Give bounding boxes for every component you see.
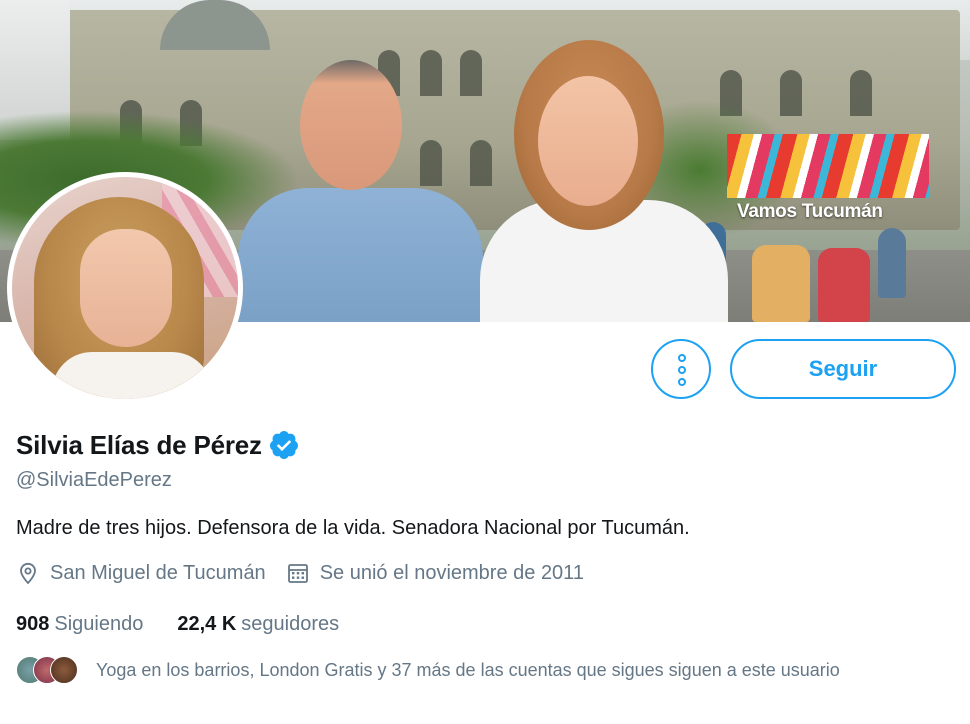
profile-name-row: Silvia Elías de Pérez — [16, 429, 300, 461]
avatar-photo — [12, 177, 238, 399]
profile-meta: San Miguel de Tucumán Se unió el noviemb… — [16, 561, 584, 585]
bystander-figure — [878, 228, 906, 298]
following-link[interactable]: 908 Siguiendo — [16, 613, 143, 636]
avatar-shirt — [52, 352, 212, 399]
mutual-follower-avatar — [50, 656, 78, 684]
following-label: Siguiendo — [54, 613, 144, 635]
calendar-icon — [287, 564, 308, 583]
bystander-figure — [752, 245, 810, 322]
location-pin-icon — [20, 562, 36, 585]
following-count: 908 — [16, 613, 50, 635]
profile-handle: @SilviaEdePerez — [16, 469, 172, 491]
mutual-followers-text: Yoga en los barrios, London Gratis y 37 … — [96, 659, 840, 680]
followers-link[interactable]: 22,4 Kseguidores — [177, 613, 339, 636]
more-options-button[interactable] — [651, 339, 711, 399]
followers-label: seguidores — [241, 613, 340, 635]
followers-count: 22,4 K — [177, 613, 237, 635]
profile-stats: 908 Siguiendo 22,4 Kseguidores — [16, 613, 339, 636]
profile-bio: Madre de tres hijos. Defensora de la vid… — [16, 517, 690, 539]
mutual-followers-avatars — [16, 655, 82, 685]
profile-location: San Miguel de Tucumán — [50, 561, 266, 584]
verified-badge-icon — [269, 431, 298, 459]
bystander-figure — [818, 248, 870, 322]
banner-woman — [480, 40, 728, 322]
banner-window — [850, 70, 872, 116]
profile-name: Silvia Elías de Pérez — [16, 429, 262, 460]
profile-avatar[interactable] — [7, 172, 243, 404]
more-vertical-icon — [678, 378, 686, 386]
banner-man — [238, 58, 483, 322]
profile-joined-date: Se unió el noviembre de 2011 — [319, 561, 584, 584]
campaign-logo-stripes — [727, 134, 929, 198]
campaign-logo-text: Vamos Tucumán — [737, 201, 883, 222]
followers-you-know[interactable]: Yoga en los barrios, London Gratis y 37 … — [16, 655, 840, 685]
more-vertical-icon — [678, 366, 686, 374]
more-vertical-icon — [678, 354, 686, 362]
avatar-face — [80, 229, 172, 347]
follow-button[interactable]: Seguir — [730, 339, 956, 399]
